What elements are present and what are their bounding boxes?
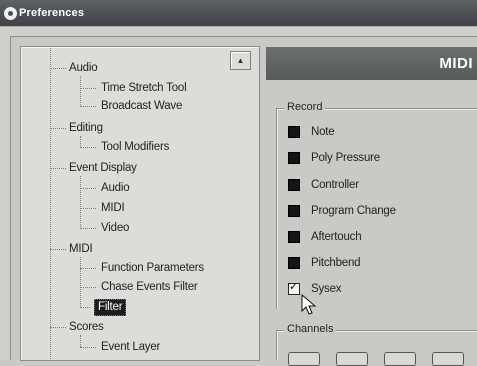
scroll-up-button[interactable]: ▲ xyxy=(230,51,251,70)
record-option-controller[interactable]: Controller xyxy=(288,179,359,191)
poly-pressure-checkbox[interactable] xyxy=(288,152,300,164)
program-change-checkbox[interactable] xyxy=(288,205,300,217)
tree-connector xyxy=(80,176,81,229)
mouse-cursor-icon xyxy=(301,294,317,315)
tree-item-midi[interactable]: MIDI xyxy=(69,242,93,257)
window-title: Preferences xyxy=(19,7,85,19)
tree-item-audio[interactable]: Audio xyxy=(69,61,98,76)
channel-toggle[interactable] xyxy=(384,352,416,366)
tree-connector xyxy=(80,88,96,89)
tree-item-tool-modifiers[interactable]: Tool Modifiers xyxy=(101,140,169,155)
tree-item-scores[interactable]: Scores xyxy=(69,320,104,335)
tree-item-video[interactable]: Video xyxy=(101,221,129,236)
tree-connector xyxy=(50,46,51,359)
poly-pressure-label: Poly Pressure xyxy=(311,152,380,164)
tree-item-function-parameters[interactable]: Function Parameters xyxy=(101,261,204,276)
tree-connector xyxy=(80,335,81,347)
note-checkbox[interactable] xyxy=(288,126,300,138)
tree-item-event-layer[interactable]: Event Layer xyxy=(101,340,160,355)
app-icon xyxy=(4,6,17,20)
tree-item-event-display[interactable]: Event Display xyxy=(69,161,137,176)
channel-toggle[interactable] xyxy=(336,352,368,366)
pitchbend-checkbox[interactable] xyxy=(288,257,300,269)
channel-toggle[interactable] xyxy=(288,352,320,366)
tree-connector xyxy=(80,188,96,189)
tree-item-editing[interactable]: Editing xyxy=(69,121,103,136)
aftertouch-checkbox[interactable] xyxy=(288,231,300,243)
tree-connector xyxy=(80,287,96,288)
tree-connector xyxy=(50,249,66,250)
tree-connector xyxy=(80,268,96,269)
tree-connector xyxy=(50,327,66,328)
tree-connector xyxy=(80,147,96,148)
triangle-up-icon: ▲ xyxy=(236,56,245,65)
record-option-note[interactable]: Note xyxy=(288,126,335,138)
pitchbend-label: Pitchbend xyxy=(311,257,361,269)
channels-group-label: Channels xyxy=(284,323,337,335)
controller-label: Controller xyxy=(311,179,359,191)
record-option-program-change[interactable]: Program Change xyxy=(288,205,396,217)
channel-toggle[interactable] xyxy=(432,352,464,366)
program-change-label: Program Change xyxy=(311,205,396,217)
tree-item-filter[interactable]: Filter xyxy=(94,299,127,316)
title-bar[interactable]: Preferences xyxy=(0,0,477,26)
tree-connector xyxy=(80,228,96,229)
tree-item-event-display-midi[interactable]: MIDI xyxy=(101,201,125,216)
record-option-aftertouch[interactable]: Aftertouch xyxy=(288,231,362,243)
tree-item-broadcast-wave[interactable]: Broadcast Wave xyxy=(101,99,182,114)
controller-checkbox[interactable] xyxy=(288,179,300,191)
sysex-checkbox[interactable] xyxy=(288,280,300,295)
tree-item-chase-events-filter[interactable]: Chase Events Filter xyxy=(101,280,198,295)
note-label: Note xyxy=(311,126,335,138)
record-group-label: Record xyxy=(284,101,326,113)
tree-item-event-display-audio[interactable]: Audio xyxy=(101,181,130,196)
tree-connector xyxy=(80,208,96,209)
tree-connector xyxy=(80,76,81,107)
pane-header: MIDI xyxy=(266,47,477,80)
tree-connector xyxy=(80,106,96,107)
tree-connector xyxy=(50,68,66,69)
tree-connector xyxy=(50,128,66,129)
tree-connector xyxy=(80,307,90,308)
tree-connector xyxy=(50,168,66,169)
tree-connector xyxy=(80,347,96,348)
record-option-pitchbend[interactable]: Pitchbend xyxy=(288,257,361,269)
tree-item-time-stretch-tool[interactable]: Time Stretch Tool xyxy=(101,81,187,96)
record-option-poly-pressure[interactable]: Poly Pressure xyxy=(288,152,380,164)
tree-connector xyxy=(80,257,81,308)
aftertouch-label: Aftertouch xyxy=(311,231,362,243)
pane-header-title: MIDI xyxy=(439,55,473,72)
